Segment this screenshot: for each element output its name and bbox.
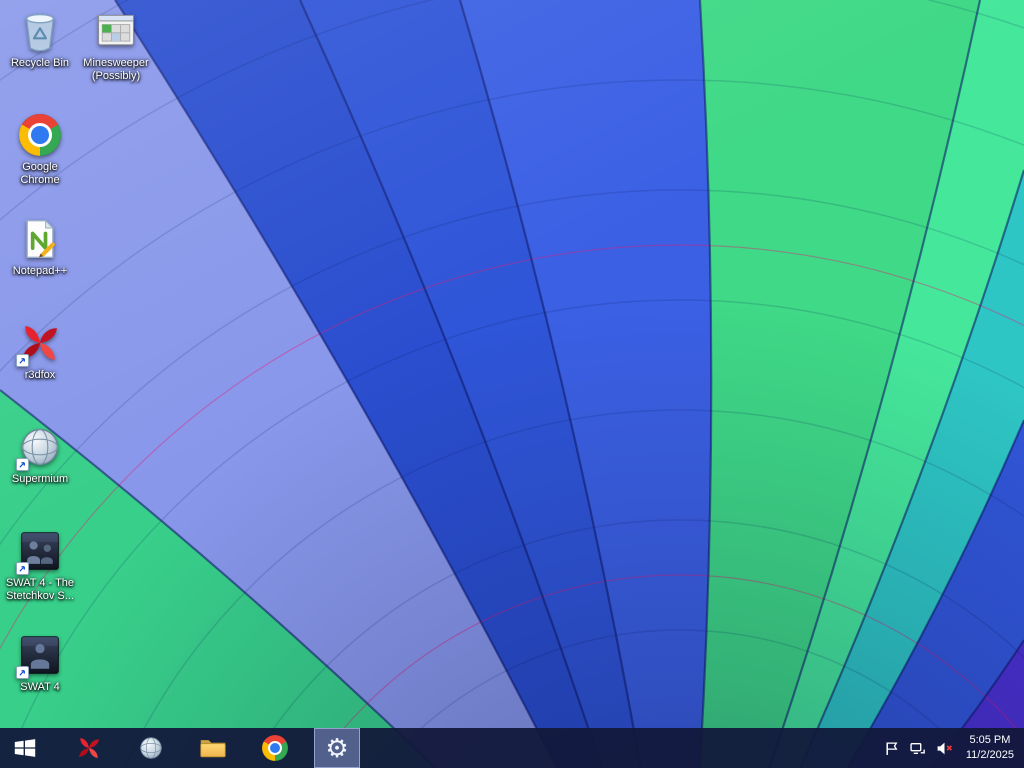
shortcut-arrow-badge — [16, 666, 29, 679]
desktop-icon-supermium[interactable]: Supermium — [2, 424, 78, 486]
chrome-icon — [262, 735, 288, 761]
start-button[interactable] — [0, 728, 50, 768]
tray-action-center-icon[interactable] — [884, 741, 899, 756]
volume-muted-icon — [937, 742, 952, 754]
desktop-icon-label: SWAT 4 — [20, 681, 60, 693]
taskbar-button-settings[interactable]: ⚙ — [314, 728, 360, 768]
desktop-icon-label: Supermium — [11, 473, 69, 485]
desktop-screen: Recycle Bin Minesweeper (Possibly) Googl… — [0, 0, 1024, 768]
desktop-icon-label: Google Chrome — [20, 161, 60, 187]
settings-gear-icon: ⚙ — [325, 733, 349, 763]
taskbar-button-r3dfox[interactable] — [66, 728, 112, 768]
desktop-icon-label: SWAT 4 - The Stetchkov S... — [5, 577, 75, 603]
tray-network-icon[interactable] — [910, 741, 925, 756]
taskbar-button-file-explorer[interactable] — [190, 728, 236, 768]
chrome-icon — [19, 114, 61, 156]
taskbar: ⚙ 5:05 PM 11/2/2025 — [0, 728, 1024, 768]
desktop-icon-swat4[interactable]: SWAT 4 — [2, 632, 78, 694]
taskbar-button-google-chrome[interactable] — [252, 728, 298, 768]
wallpaper-sheen — [0, 0, 1024, 768]
desktop-icon-minesweeper[interactable]: Minesweeper (Possibly) — [78, 8, 154, 83]
desktop-icon-label: Recycle Bin — [10, 57, 70, 69]
clock-date: 11/2/2025 — [965, 749, 1014, 761]
wallpaper-balloon — [0, 0, 1024, 768]
shortcut-arrow-badge — [16, 354, 29, 367]
desktop-icon-swat4-stetchkov[interactable]: SWAT 4 - The Stetchkov S... — [2, 528, 78, 603]
desktop-icon-r3dfox[interactable]: r3dfox — [2, 320, 78, 382]
desktop-icon-recycle-bin[interactable]: Recycle Bin — [2, 8, 78, 70]
shortcut-arrow-icon — [19, 358, 25, 364]
shortcut-arrow-icon — [19, 670, 25, 676]
desktop-icon-notepad-plus-plus[interactable]: Notepad++ — [2, 216, 78, 278]
recycle-bin-icon — [26, 13, 54, 52]
shortcut-arrow-icon — [19, 462, 25, 468]
desktop-icon-label: Minesweeper (Possibly) — [83, 57, 149, 83]
minesweeper-icon — [98, 14, 134, 46]
windows-logo-icon — [14, 739, 36, 757]
shortcut-arrow-badge — [16, 562, 29, 575]
file-explorer-folder-icon — [200, 740, 226, 758]
shortcut-arrow-badge — [16, 458, 29, 471]
desktop-icon-label: r3dfox — [24, 369, 56, 381]
network-icon — [910, 742, 925, 754]
desktop-icon-label: Notepad++ — [12, 265, 68, 277]
flag-icon — [886, 742, 898, 755]
notepad-plus-plus-icon — [26, 219, 55, 259]
taskbar-button-supermium[interactable] — [128, 728, 174, 768]
shortcut-arrow-icon — [19, 566, 25, 572]
taskbar-clock[interactable]: 5:05 PM 11/2/2025 — [964, 733, 1016, 763]
tray-volume-muted-icon[interactable] — [936, 741, 953, 756]
supermium-globe-icon — [140, 737, 162, 759]
system-tray: 5:05 PM 11/2/2025 — [884, 728, 1024, 768]
r3dfox-icon — [78, 737, 100, 759]
clock-time: 5:05 PM — [969, 734, 1011, 747]
desktop-icon-google-chrome[interactable]: Google Chrome — [2, 112, 78, 187]
